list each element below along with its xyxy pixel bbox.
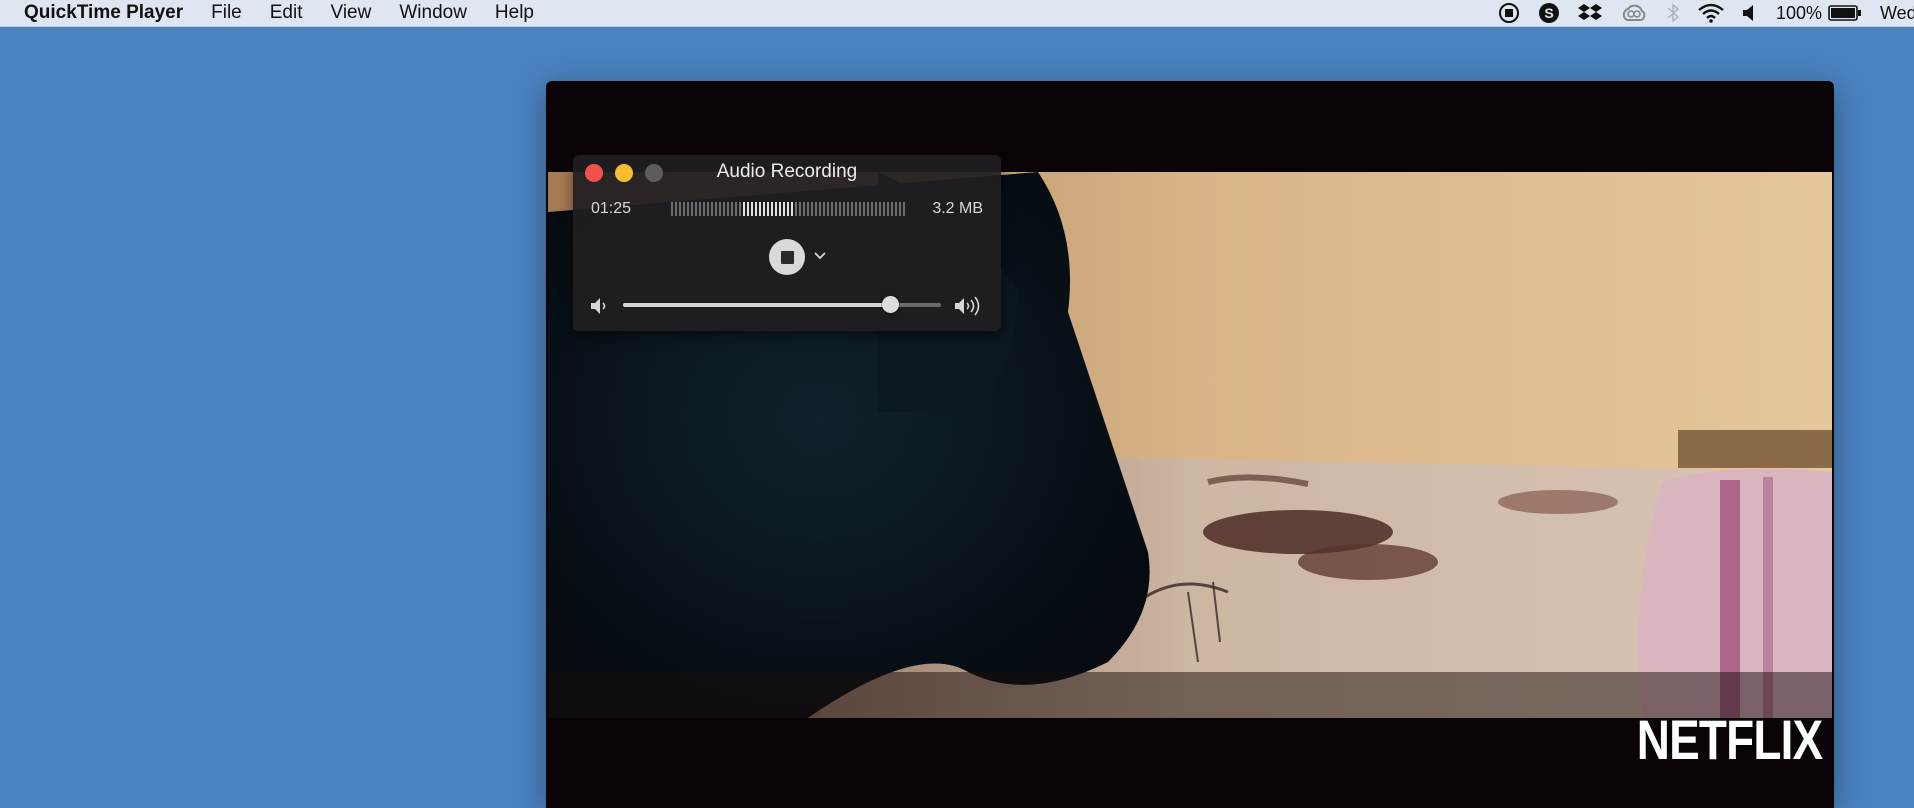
level-meter-tick (875, 202, 877, 216)
level-meter-tick (771, 202, 773, 216)
level-meter-tick (743, 202, 745, 216)
skype-icon[interactable]: S (1538, 2, 1560, 24)
level-meter-tick (851, 202, 853, 216)
menu-file[interactable]: File (211, 2, 242, 24)
volume-slider-fill (623, 303, 891, 307)
menu-view[interactable]: View (331, 2, 372, 24)
level-meter-tick (695, 202, 697, 216)
level-meter-tick (891, 202, 893, 216)
app-menu[interactable]: QuickTime Player (24, 2, 183, 24)
menu-bar: QuickTime Player File Edit View Window H… (0, 0, 1914, 27)
level-meter-tick (887, 202, 889, 216)
level-meter-tick (703, 202, 705, 216)
level-meter-tick (691, 202, 693, 216)
level-meter-tick (855, 202, 857, 216)
battery-percent: 100% (1775, 2, 1822, 23)
audio-recording-panel: Audio Recording 01:25 3.2 MB (573, 155, 1001, 331)
level-meter-tick (711, 202, 713, 216)
level-meter-tick (819, 202, 821, 216)
chevron-down-icon[interactable] (812, 247, 828, 263)
status-area: S 100% Wed 18 (1498, 0, 1914, 26)
netflix-watermark: NETFLIX (1636, 708, 1822, 771)
volume-slider[interactable] (623, 296, 941, 313)
wifi-icon[interactable] (1698, 3, 1724, 23)
level-meter-tick (707, 202, 709, 216)
level-meter-tick (699, 202, 701, 216)
screen-record-icon[interactable] (1498, 2, 1520, 24)
menu-edit[interactable]: Edit (270, 2, 303, 24)
level-meter-tick (867, 202, 869, 216)
level-meter-tick (823, 202, 825, 216)
level-meter-tick (739, 202, 741, 216)
stop-recording-button[interactable] (769, 239, 805, 275)
level-meter-tick (755, 202, 757, 216)
level-meter-tick (779, 202, 781, 216)
level-meter-tick (883, 202, 885, 216)
volume-icon[interactable] (1742, 3, 1758, 23)
level-meter-tick (799, 202, 801, 216)
level-meter-tick (899, 202, 901, 216)
bluetooth-icon[interactable] (1666, 2, 1680, 24)
level-meter-tick (679, 202, 681, 216)
level-meter-tick (863, 202, 865, 216)
level-meter-tick (751, 202, 753, 216)
level-meter-tick (903, 202, 905, 216)
level-meter-tick (811, 202, 813, 216)
file-size: 3.2 MB (932, 200, 983, 217)
level-meter-tick (839, 202, 841, 216)
level-meter-tick (895, 202, 897, 216)
level-meter-tick (671, 202, 673, 216)
level-meter-tick (687, 202, 689, 216)
level-meter-tick (879, 202, 881, 216)
level-meter-tick (815, 202, 817, 216)
level-meter-tick (847, 202, 849, 216)
level-meter-tick (715, 202, 717, 216)
battery-icon[interactable] (1828, 4, 1862, 22)
volume-low-icon (591, 298, 606, 314)
level-meter-tick (807, 202, 809, 216)
level-meter-tick (767, 202, 769, 216)
level-meter-tick (803, 202, 805, 216)
level-meter-tick (831, 202, 833, 216)
level-meter-tick (723, 202, 725, 216)
level-meter-tick (683, 202, 685, 216)
level-meter-tick (827, 202, 829, 216)
level-meter-tick (843, 202, 845, 216)
dropbox-icon[interactable] (1577, 3, 1602, 23)
level-meter-tick (735, 202, 737, 216)
level-meter-tick (675, 202, 677, 216)
level-meter-tick (871, 202, 873, 216)
level-meter-tick (859, 202, 861, 216)
level-meter-tick (759, 202, 761, 216)
window-title: Audio Recording (716, 161, 858, 182)
volume-slider-knob[interactable] (882, 296, 900, 313)
level-meter-tick (787, 202, 789, 216)
menu-window[interactable]: Window (399, 2, 467, 24)
level-meter-tick (791, 202, 793, 216)
level-meter-tick (835, 202, 837, 216)
level-meter-tick (727, 202, 729, 216)
level-meter-tick (775, 202, 777, 216)
creative-cloud-icon[interactable] (1620, 3, 1648, 23)
volume-high-icon (955, 296, 980, 316)
elapsed-time: 01:25 (591, 200, 632, 217)
level-meter-tick (731, 202, 733, 216)
level-meter-tick (747, 202, 749, 216)
level-meter-tick (795, 202, 797, 216)
level-meter-tick (763, 202, 765, 216)
menu-help[interactable]: Help (495, 2, 534, 24)
level-meter-tick (783, 202, 785, 216)
svg-text:S: S (1544, 5, 1553, 21)
level-meter-tick (719, 202, 721, 216)
level-meter (671, 202, 905, 216)
stop-icon (780, 250, 794, 264)
clock[interactable]: Wed 18 (1880, 3, 1914, 24)
